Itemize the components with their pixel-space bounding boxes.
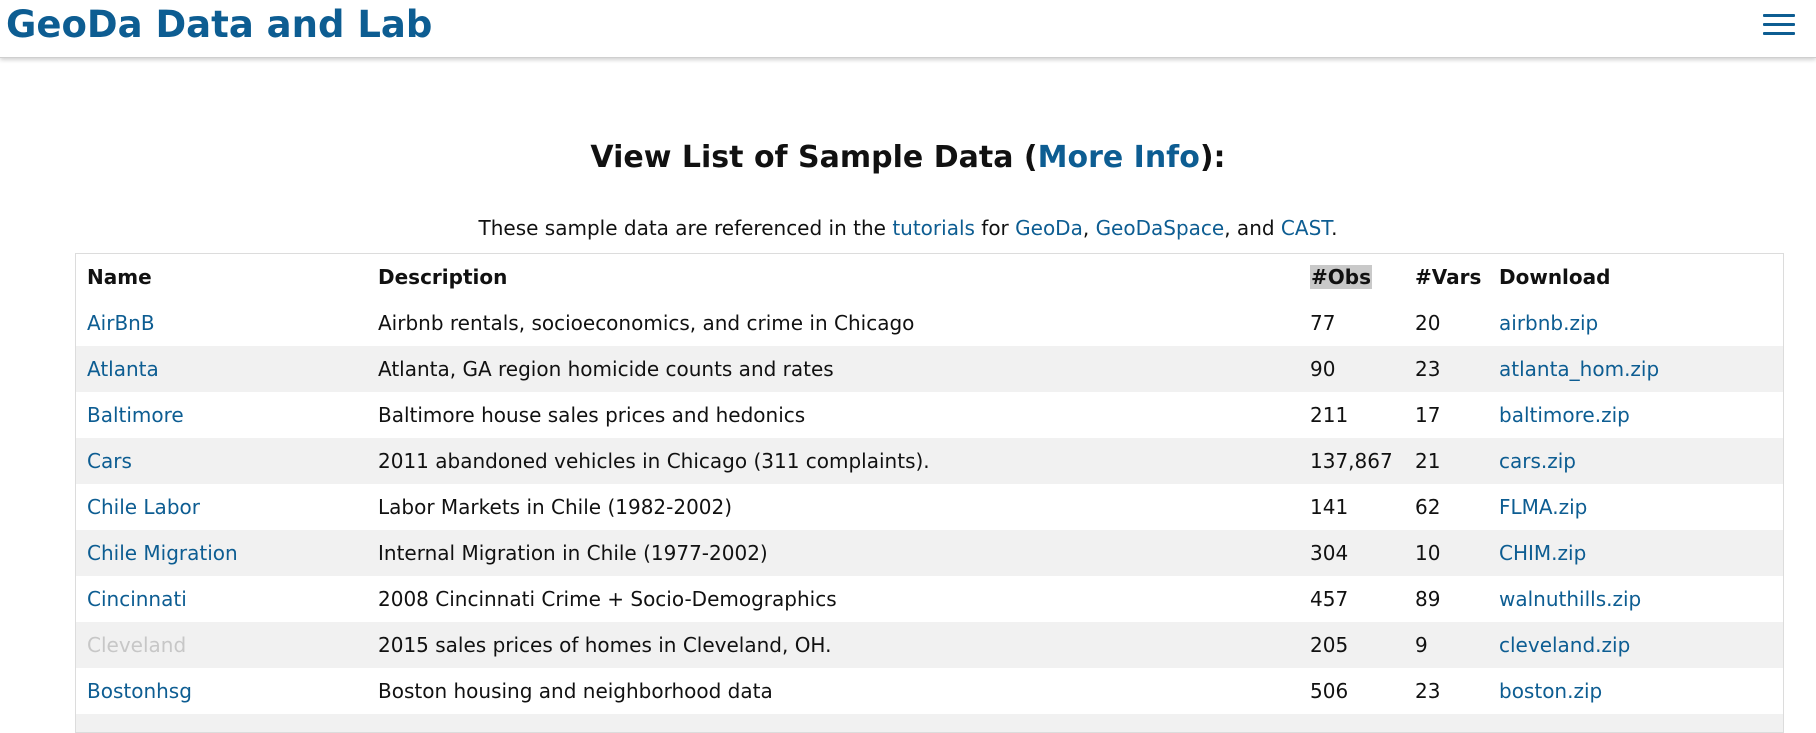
download-link[interactable]: CHIM.zip — [1499, 541, 1586, 565]
table-header-row: Name Description #Obs #Vars Download — [76, 254, 1783, 300]
dataset-name-link[interactable]: AirBnB — [87, 311, 155, 335]
table-row: Atlanta Atlanta, GA region homicide coun… — [76, 346, 1783, 392]
table-row: Chile Migration Internal Migration in Ch… — [76, 530, 1783, 576]
download-link[interactable]: atlanta_hom.zip — [1499, 357, 1659, 381]
table-row: Cars 2011 abandoned vehicles in Chicago … — [76, 438, 1783, 484]
download-link[interactable]: FLMA.zip — [1499, 495, 1587, 519]
page-subtitle: These sample data are referenced in the … — [0, 214, 1816, 242]
dataset-name-link[interactable]: Cleveland — [87, 633, 186, 657]
top-navbar: GeoDa Data and Lab — [0, 0, 1816, 58]
geoda-link[interactable]: GeoDa — [1015, 216, 1083, 240]
dataset-description: Airbnb rentals, socioeconomics, and crim… — [378, 311, 915, 335]
subtitle-text: . — [1331, 216, 1338, 240]
column-header-obs: #Obs — [1299, 254, 1404, 300]
download-link[interactable]: cars.zip — [1499, 449, 1576, 473]
dataset-description: Internal Migration in Chile (1977-2002) — [378, 541, 768, 565]
dataset-name-link[interactable]: Baltimore — [87, 403, 184, 427]
column-header-download: Download — [1499, 265, 1611, 289]
tutorials-link[interactable]: tutorials — [892, 216, 975, 240]
more-info-link[interactable]: More Info — [1038, 140, 1200, 175]
geodaspace-link[interactable]: GeoDaSpace — [1096, 216, 1225, 240]
table-row: Baltimore Baltimore house sales prices a… — [76, 392, 1783, 438]
dataset-vars: 21 — [1415, 449, 1441, 473]
hamburger-bar — [1763, 14, 1795, 17]
dataset-vars: 10 — [1415, 541, 1441, 565]
dataset-obs: 141 — [1310, 495, 1349, 519]
title-suffix: ): — [1199, 140, 1226, 175]
dataset-name-link[interactable]: Cars — [87, 449, 132, 473]
download-link[interactable]: cleveland.zip — [1499, 633, 1630, 657]
dataset-obs: 304 — [1310, 541, 1349, 565]
title-prefix: View List of Sample Data ( — [590, 140, 1038, 175]
table-row: Chile Labor Labor Markets in Chile (1982… — [76, 484, 1783, 530]
hamburger-bar — [1763, 23, 1795, 26]
sample-data-table-container: Name Description #Obs #Vars Download Air… — [75, 253, 1784, 733]
dataset-name-link[interactable]: Chile Migration — [87, 541, 238, 565]
dataset-obs: 211 — [1310, 403, 1349, 427]
dataset-description: Baltimore house sales prices and hedonic… — [378, 403, 806, 427]
table-row: Cleveland 2015 sales prices of homes in … — [76, 622, 1783, 668]
dataset-vars: 62 — [1415, 495, 1441, 519]
dataset-description: 2008 Cincinnati Crime + Socio-Demographi… — [378, 587, 837, 611]
subtitle-text: These sample data are referenced in the — [478, 216, 893, 240]
dataset-description: 2015 sales prices of homes in Cleveland,… — [378, 633, 832, 657]
dataset-vars: 89 — [1415, 587, 1441, 611]
column-header-obs-label: #Obs — [1310, 265, 1372, 289]
download-link[interactable]: baltimore.zip — [1499, 403, 1630, 427]
dataset-description: Atlanta, GA region homicide counts and r… — [378, 357, 834, 381]
dataset-obs: 137,867 — [1310, 449, 1393, 473]
dataset-vars: 20 — [1415, 311, 1441, 335]
sample-data-table: Name Description #Obs #Vars Download Air… — [76, 254, 1783, 732]
dataset-name-link[interactable]: Chile Labor — [87, 495, 200, 519]
download-link[interactable]: walnuthills.zip — [1499, 587, 1641, 611]
dataset-obs: 90 — [1310, 357, 1336, 381]
dataset-description: 2011 abandoned vehicles in Chicago (311 … — [378, 449, 930, 473]
column-header-name: Name — [87, 265, 152, 289]
table-row: Bostonhsg Boston housing and neighborhoo… — [76, 668, 1783, 714]
download-link[interactable]: airbnb.zip — [1499, 311, 1598, 335]
hamburger-bar — [1763, 32, 1795, 35]
dataset-vars: 23 — [1415, 679, 1441, 703]
dataset-name-link[interactable]: Atlanta — [87, 357, 159, 381]
subtitle-text: for — [974, 216, 1016, 240]
brand-link[interactable]: GeoDa Data and Lab — [6, 2, 432, 48]
dataset-obs: 506 — [1310, 679, 1349, 703]
table-row: AirBnB Airbnb rentals, socioeconomics, a… — [76, 300, 1783, 346]
table-row — [76, 714, 1783, 732]
page-title: View List of Sample Data (More Info): — [0, 136, 1816, 180]
dataset-name-link[interactable]: Bostonhsg — [87, 679, 192, 703]
dataset-obs: 205 — [1310, 633, 1349, 657]
subtitle-text: , — [1082, 216, 1096, 240]
column-header-vars: #Vars — [1415, 265, 1482, 289]
dataset-vars: 17 — [1415, 403, 1441, 427]
dataset-vars: 23 — [1415, 357, 1441, 381]
dataset-obs: 77 — [1310, 311, 1336, 335]
table-row: Cincinnati 2008 Cincinnati Crime + Socio… — [76, 576, 1783, 622]
dataset-description: Boston housing and neighborhood data — [378, 679, 773, 703]
dataset-description: Labor Markets in Chile (1982-2002) — [378, 495, 733, 519]
download-link[interactable]: boston.zip — [1499, 679, 1602, 703]
dataset-obs: 457 — [1310, 587, 1349, 611]
dataset-vars: 9 — [1415, 633, 1428, 657]
column-header-description: Description — [378, 265, 508, 289]
subtitle-text: , and — [1224, 216, 1281, 240]
hamburger-icon[interactable] — [1763, 13, 1795, 39]
dataset-name-link[interactable]: Cincinnati — [87, 587, 187, 611]
table-body: AirBnB Airbnb rentals, socioeconomics, a… — [76, 300, 1783, 732]
cast-link[interactable]: CAST — [1281, 216, 1331, 240]
